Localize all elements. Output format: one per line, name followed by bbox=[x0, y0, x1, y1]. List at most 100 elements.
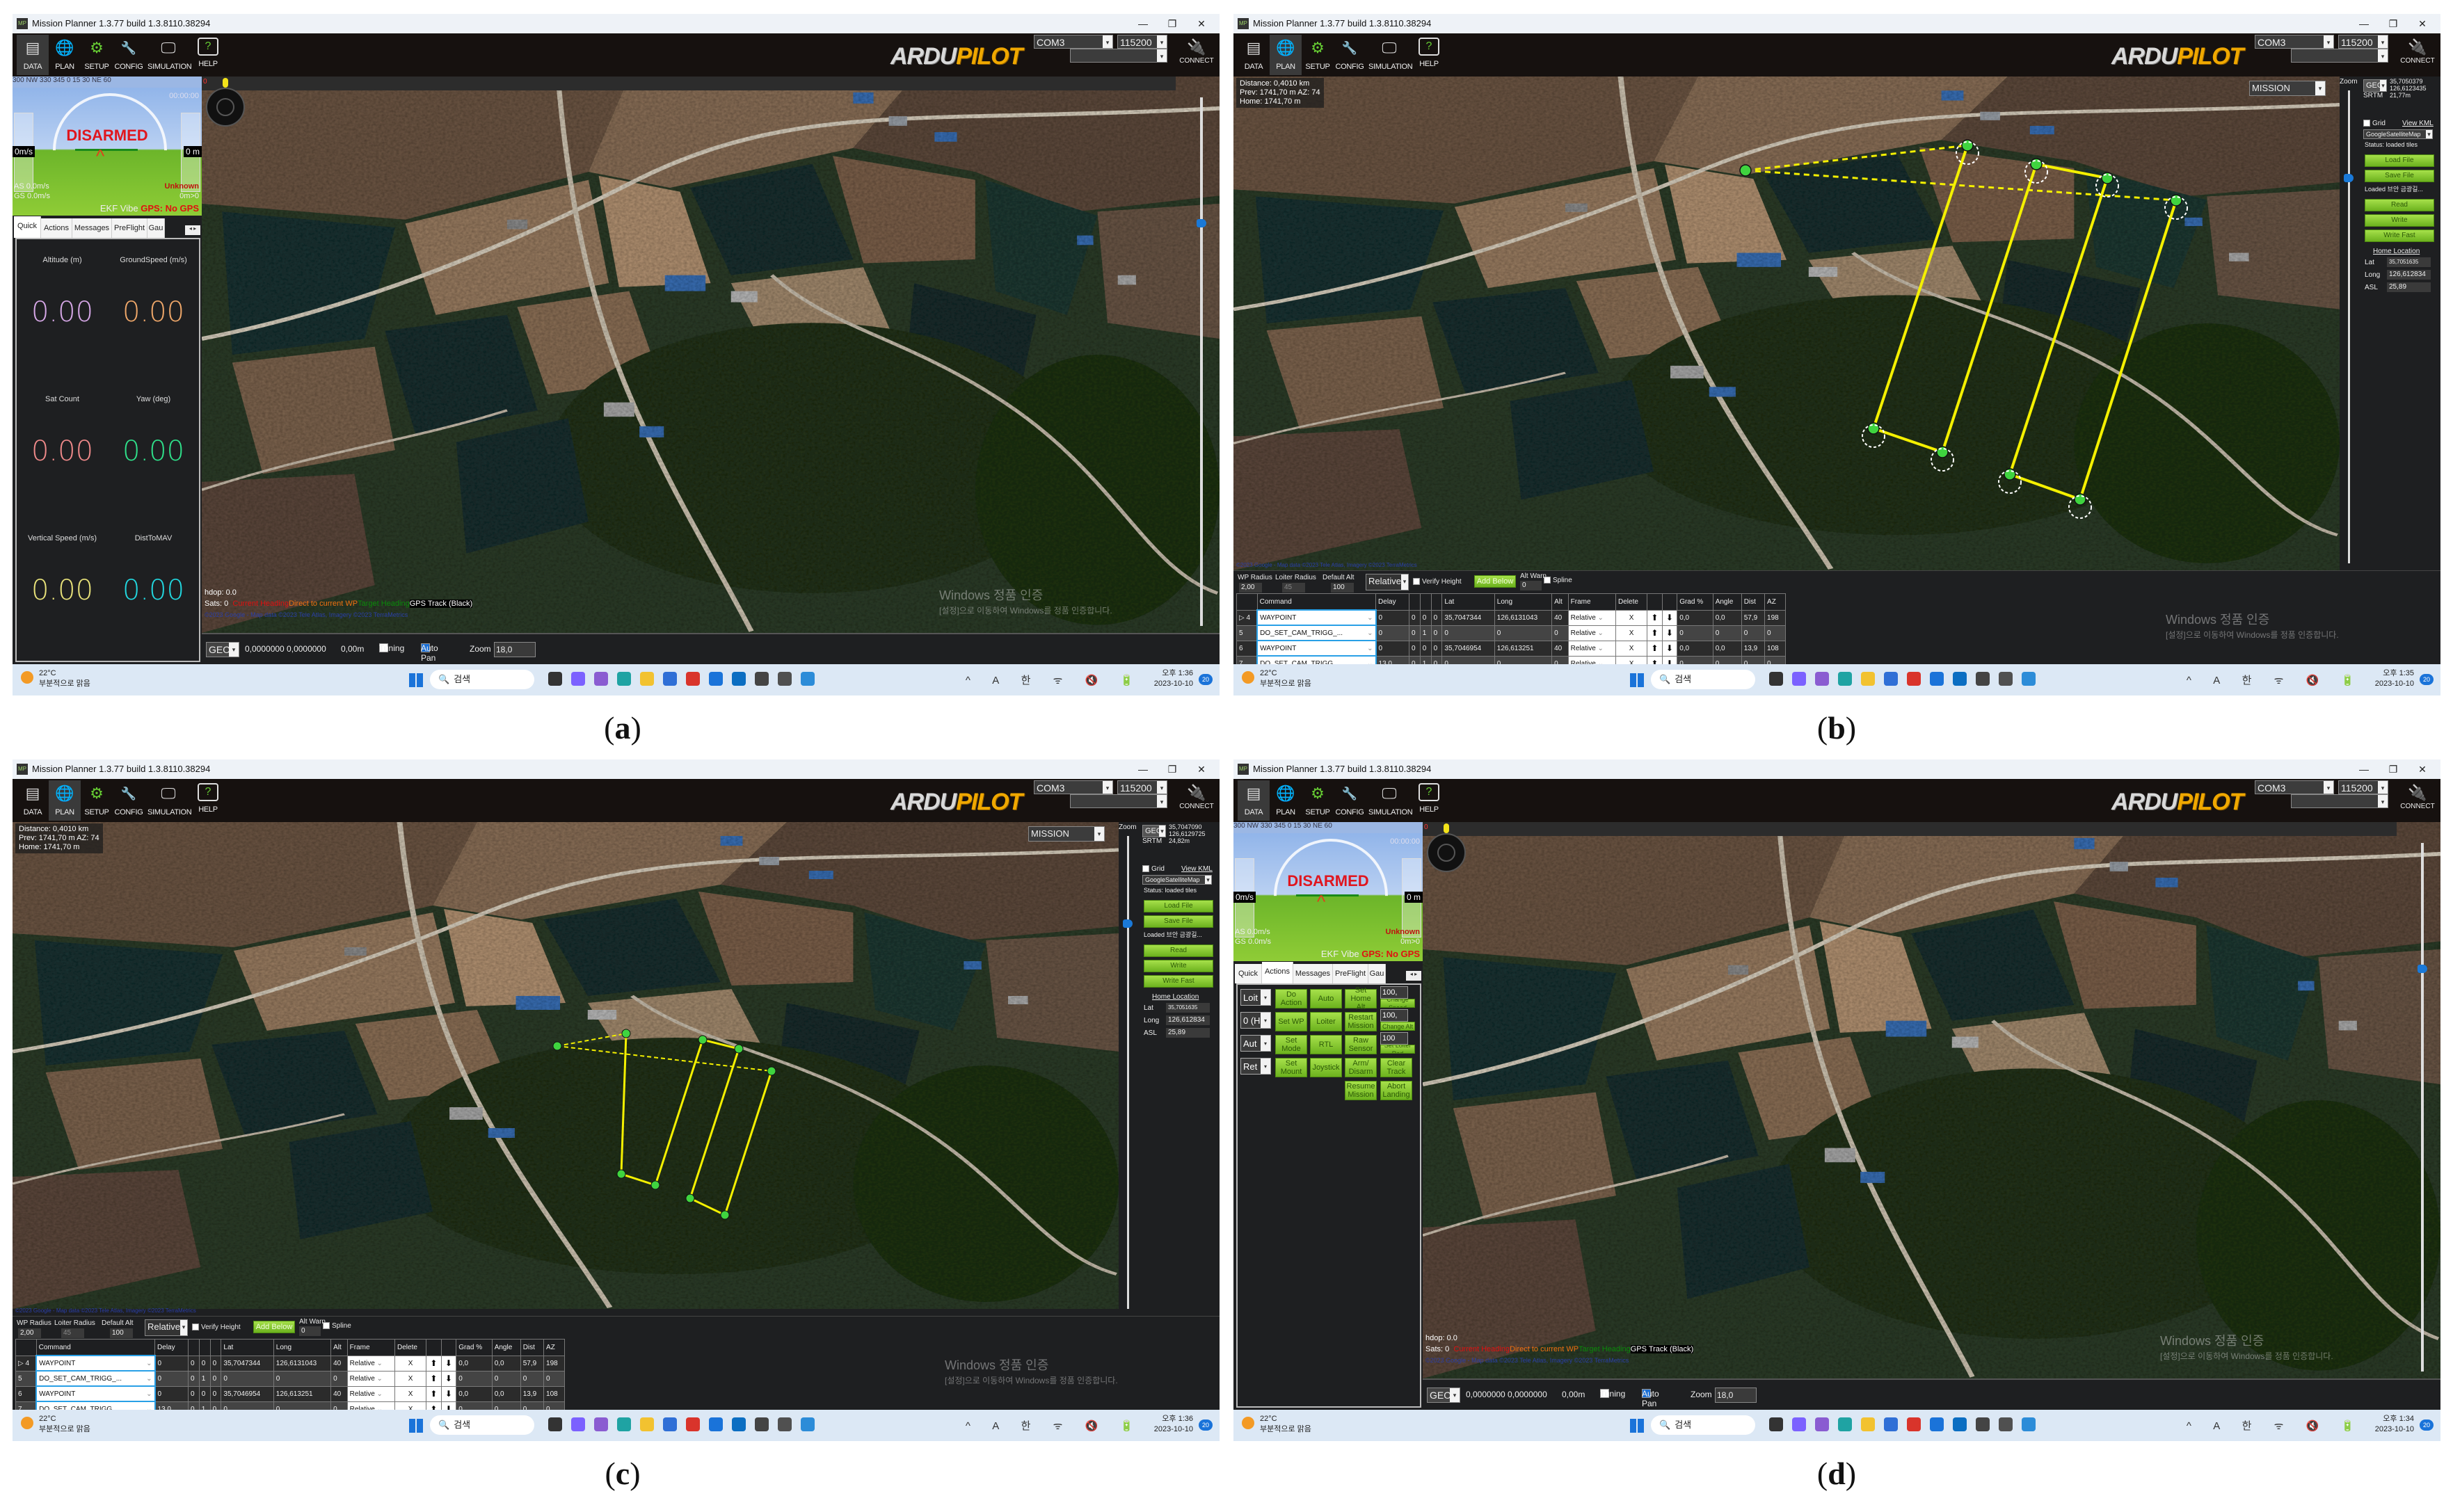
notification-badge[interactable]: 20 bbox=[2420, 674, 2434, 685]
wp-radius-input[interactable]: 2,00 bbox=[18, 1328, 41, 1338]
windows-start-icon[interactable] bbox=[409, 1419, 423, 1433]
taskbar-app-icon[interactable] bbox=[709, 1417, 723, 1431]
tab-gauges[interactable]: Gau bbox=[147, 218, 165, 238]
menu-data[interactable]: ▤ DATA bbox=[1238, 780, 1270, 821]
plan-map[interactable] bbox=[1233, 77, 2340, 570]
default-alt-input[interactable]: 100 bbox=[1331, 583, 1354, 593]
param-cell[interactable]: 1 bbox=[198, 1370, 211, 1387]
taskbar-app-icon[interactable] bbox=[663, 1417, 677, 1431]
map-zoom-slider[interactable] bbox=[2421, 843, 2424, 1372]
taskbar-app-icon[interactable] bbox=[755, 1417, 769, 1431]
move-down-icon[interactable]: ⬇ bbox=[1661, 625, 1678, 641]
param-cell[interactable]: 0 bbox=[1430, 625, 1443, 641]
tab-quick[interactable]: Quick bbox=[1235, 964, 1262, 983]
menu-setup[interactable]: ⚙ SETUP bbox=[81, 35, 113, 75]
action-button[interactable]: Set Home Alt bbox=[1345, 986, 1377, 1011]
menu-data[interactable]: ▤ DATA bbox=[17, 780, 49, 821]
connect-button[interactable]: 🔌 CONNECT bbox=[1176, 38, 1217, 65]
param-cell[interactable]: 0 bbox=[1408, 640, 1421, 657]
row-number[interactable]: ▷ 4 bbox=[15, 1355, 37, 1372]
taskbar-app-icon[interactable] bbox=[709, 672, 723, 686]
alt-cell[interactable]: 40 bbox=[1551, 640, 1569, 657]
zoom-slider-thumb[interactable] bbox=[1123, 919, 1133, 928]
flight-map[interactable]: 0 hdop: 0.0 Sats: 0 Current HeadingDirec… bbox=[202, 77, 1220, 633]
system-tray[interactable]: ^ A 한 ᯤ 🔇 🔋 bbox=[2187, 1418, 2364, 1433]
quick-dist-to-mav[interactable]: DistToMAV 0.00 bbox=[108, 517, 199, 657]
system-tray[interactable]: ^ A 한 ᯤ 🔇 🔋 bbox=[2187, 673, 2364, 687]
taskbar-app-icon[interactable] bbox=[1930, 1417, 1944, 1431]
frame-select[interactable]: Relative ⌄ bbox=[346, 1385, 396, 1402]
taskbar-app-icon[interactable] bbox=[1976, 1417, 1990, 1431]
param-cell[interactable]: 0 bbox=[1408, 625, 1421, 641]
lat-cell[interactable]: 35,7047344 bbox=[221, 1355, 274, 1372]
home-asl-input[interactable]: 25,89 bbox=[2387, 282, 2431, 292]
taskbar-app-icon[interactable] bbox=[548, 1417, 562, 1431]
menu-setup[interactable]: ⚙ SETUP bbox=[1302, 780, 1334, 821]
minimize-button[interactable]: — bbox=[2350, 14, 2378, 33]
menu-help[interactable]: ? HELP bbox=[1413, 35, 1445, 75]
delete-row-button[interactable]: X bbox=[394, 1385, 427, 1402]
taskbar-app-icon[interactable] bbox=[663, 672, 677, 686]
quick-vertical-speed[interactable]: Vertical Speed (m/s) 0.00 bbox=[17, 517, 108, 657]
coord-system-select[interactable]: GEO ▾ bbox=[2363, 79, 2387, 92]
taskbar-app-icon[interactable] bbox=[1907, 1417, 1921, 1431]
move-down-icon[interactable]: ⬇ bbox=[1661, 609, 1678, 626]
mission-type-select[interactable]: MISSION ▾ bbox=[2249, 81, 2326, 96]
com-port-select[interactable]: COM3 ▾ bbox=[2255, 780, 2334, 794]
menu-config[interactable]: 🔧 CONFIG bbox=[113, 35, 145, 75]
tab-scroll-arrows[interactable]: ◂ ▸ bbox=[1406, 971, 1421, 981]
taskbar-app-icon[interactable] bbox=[2022, 1417, 2036, 1431]
menu-data[interactable]: ▤ DATA bbox=[17, 35, 49, 75]
loiter-radius-input[interactable]: 45 bbox=[1282, 583, 1305, 593]
long-cell[interactable]: 126,613251 bbox=[1494, 640, 1553, 657]
connect-button[interactable]: 🔌 CONNECT bbox=[1176, 783, 1217, 810]
taskbar-app-icon[interactable] bbox=[2022, 672, 2036, 686]
tab-actions[interactable]: Actions bbox=[1262, 962, 1293, 983]
delay-cell[interactable]: 0 bbox=[154, 1355, 189, 1372]
quick-altitude[interactable]: Altitude (m) 0.00 bbox=[17, 239, 108, 378]
menu-config[interactable]: 🔧 CONFIG bbox=[113, 780, 145, 821]
tab-preflight[interactable]: PreFlight bbox=[112, 218, 147, 238]
move-down-icon[interactable]: ⬇ bbox=[440, 1355, 457, 1372]
taskbar-app-icon[interactable] bbox=[1976, 672, 1990, 686]
action-button[interactable]: Raw Sensor bbox=[1345, 1035, 1377, 1054]
row-number[interactable]: 5 bbox=[15, 1370, 37, 1387]
taskbar-search[interactable]: 🔍 검색 bbox=[430, 670, 534, 689]
move-up-icon[interactable]: ⬆ bbox=[426, 1385, 442, 1402]
taskbar-app-icon[interactable] bbox=[1930, 672, 1944, 686]
alt-cell[interactable]: 40 bbox=[1551, 609, 1569, 626]
write-button[interactable]: Write bbox=[1144, 960, 1213, 972]
plan-zoom-slider[interactable] bbox=[2348, 90, 2350, 563]
action-button[interactable]: Set Mount bbox=[1275, 1058, 1307, 1077]
taskbar-app-icon[interactable] bbox=[1838, 1417, 1852, 1431]
action-button[interactable]: Arm/ Disarm bbox=[1345, 1058, 1377, 1077]
zoom-slider-thumb[interactable] bbox=[2344, 174, 2354, 182]
maximize-button[interactable]: ❐ bbox=[1158, 759, 1186, 779]
action-select[interactable]: Loit ▾ bbox=[1240, 989, 1271, 1006]
action-select[interactable]: Ret ▾ bbox=[1240, 1058, 1271, 1075]
delete-row-button[interactable]: X bbox=[394, 1370, 427, 1387]
menu-setup[interactable]: ⚙ SETUP bbox=[1302, 35, 1334, 75]
verify-height-checkbox[interactable]: Verify Height bbox=[192, 1324, 241, 1331]
weather-widget[interactable]: 22°C 부분적으로 맑음 bbox=[21, 1414, 90, 1435]
tab-gauges[interactable]: Gau bbox=[1368, 964, 1386, 983]
param-cell[interactable]: 0 bbox=[1419, 640, 1432, 657]
lat-cell[interactable]: 35,7046954 bbox=[1441, 640, 1495, 657]
move-down-icon[interactable]: ⬇ bbox=[440, 1370, 457, 1387]
menu-help[interactable]: ? HELP bbox=[192, 35, 224, 75]
command-select[interactable]: DO_SET_CAM_TRIGG_... ⌄ bbox=[35, 1370, 156, 1387]
alt-cell[interactable]: 0 bbox=[1551, 625, 1569, 641]
delete-row-button[interactable]: X bbox=[1615, 609, 1648, 626]
taskbar-app-icon[interactable] bbox=[594, 672, 608, 686]
taskbar-app-icon[interactable] bbox=[1792, 672, 1806, 686]
zoom-stepper[interactable]: 18,0 bbox=[494, 642, 536, 657]
row-number[interactable]: 6 bbox=[1236, 640, 1258, 657]
com-port-select[interactable]: COM3 ▾ bbox=[2255, 35, 2334, 49]
baud-rate-select[interactable]: 115200 ▾ bbox=[1117, 35, 1167, 49]
command-select[interactable]: WAYPOINT ⌄ bbox=[1256, 640, 1377, 657]
long-cell[interactable]: 0 bbox=[273, 1370, 332, 1387]
add-below-button[interactable]: Add Below bbox=[1474, 575, 1516, 588]
map-type-select[interactable]: GoogleSatelliteMap ▾ bbox=[2363, 129, 2433, 139]
view-kml-link[interactable]: View KML bbox=[1181, 865, 1213, 873]
read-button[interactable]: Read bbox=[2365, 199, 2434, 211]
